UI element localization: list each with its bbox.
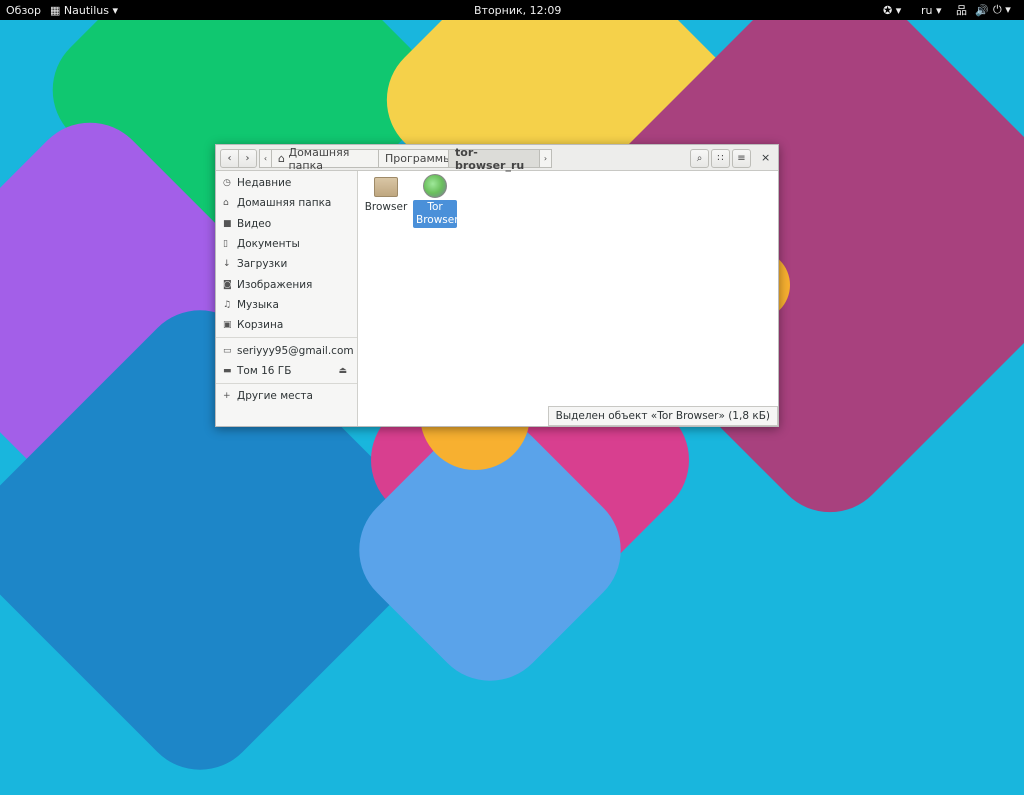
close-button[interactable]: × <box>761 151 770 164</box>
crumb-label: tor-browser_ru <box>455 145 525 172</box>
language-menu[interactable]: ru ▾ <box>921 4 942 17</box>
nautilus-window: ‹ › ‹ ⌂ Домашняя папка Программы tor-bro… <box>215 144 779 427</box>
sidebar-label: Домашняя папка <box>237 197 332 210</box>
activities-button[interactable]: Обзор <box>6 4 41 17</box>
sidebar-item-pictures[interactable]: ◙ Изображения <box>216 274 357 294</box>
sidebar-label: Недавние <box>237 177 292 190</box>
forward-button[interactable]: › <box>238 149 257 168</box>
sidebar-label: Музыка <box>237 298 279 311</box>
search-icon: ⌕ <box>696 153 703 164</box>
sidebar-label: Документы <box>237 238 300 251</box>
network-icon[interactable]: 品 <box>956 2 967 18</box>
folder-icon <box>374 177 398 197</box>
sidebar-item-videos[interactable]: ■ Видео <box>216 214 357 234</box>
sidebar-label: Видео <box>237 217 272 230</box>
app-menu[interactable]: ▦ Nautilus ▾ <box>50 4 118 17</box>
sidebar-label: Том 16 ГБ <box>237 364 292 377</box>
eject-icon[interactable]: ⏏ <box>338 366 347 376</box>
sidebar-item-account[interactable]: ▭ seriyyy95@gmail.com <box>216 340 357 360</box>
power-icon[interactable]: ⏻ ▾ <box>993 3 1011 17</box>
sidebar-item-documents[interactable]: ▯ Документы <box>216 234 357 254</box>
back-button[interactable]: ‹ <box>220 149 239 168</box>
sidebar-label: seriyyy95@gmail.com <box>237 344 354 357</box>
sidebar-item-home[interactable]: ⌂ Домашняя папка <box>216 193 357 213</box>
tor-globe-icon <box>423 174 447 198</box>
top-bar: Обзор ▦ Nautilus ▾ Вторник, 12:09 ✪ ▾ ru… <box>0 0 1024 20</box>
crumb-label: Домашняя папка <box>288 145 350 172</box>
sidebar-item-volume[interactable]: ▬ Том 16 ГБ ⏏ <box>216 361 357 381</box>
file-item-browser-folder[interactable]: Browser <box>363 175 409 213</box>
sidebar-item-other-locations[interactable]: + Другие места <box>216 386 357 406</box>
crumb-programs[interactable]: Программы <box>378 149 452 168</box>
hamburger-icon: ≡ <box>737 153 746 164</box>
plus-icon: + <box>223 391 231 402</box>
language-label: ru <box>921 3 933 17</box>
file-item-tor-browser[interactable]: Tor Browser <box>413 174 459 228</box>
sidebar: ◷ Недавние ⌂ Домашняя папка ■ Видео ▯ Докуме… <box>216 171 358 426</box>
volume-icon[interactable]: 🔊 <box>975 4 989 17</box>
crumb-label: Программы <box>385 152 452 165</box>
sidebar-label: Загрузки <box>237 258 288 271</box>
home-icon: ⌂ <box>278 152 285 165</box>
sidebar-label: Корзина <box>237 319 284 332</box>
menu-button[interactable]: ≡ <box>732 149 751 168</box>
view-toggle-button[interactable]: ∷ <box>711 149 730 168</box>
sidebar-item-music[interactable]: ♫ Музыка <box>216 295 357 315</box>
app-menu-label: Nautilus <box>63 3 109 17</box>
sidebar-item-recent[interactable]: ◷ Недавние <box>216 173 357 193</box>
home-icon: ⌂ <box>223 198 229 209</box>
sidebar-item-downloads[interactable]: ↓ Загрузки <box>216 254 357 274</box>
crumb-scroll-right[interactable]: › <box>539 149 552 168</box>
grid-icon: ∷ <box>717 153 724 164</box>
status-bar: Выделен объект «Tor Browser» (1,8 кБ) <box>547 406 778 426</box>
download-icon: ↓ <box>223 259 231 270</box>
document-icon: ▯ <box>223 239 228 250</box>
file-view: Browser Tor Browser Выделен объект «Tor … <box>359 171 778 426</box>
sidebar-label: Другие места <box>237 390 313 403</box>
video-icon: ■ <box>223 218 232 229</box>
header-bar: ‹ › ‹ ⌂ Домашняя папка Программы tor-bro… <box>216 145 778 172</box>
file-name: Tor Browser <box>413 200 459 228</box>
crumb-current[interactable]: tor-browser_ru <box>448 146 540 172</box>
file-name: Browser <box>364 201 408 213</box>
sidebar-item-trash[interactable]: ▣ Корзина <box>216 315 357 335</box>
clock-icon: ◷ <box>223 178 231 189</box>
drive-icon: ▬ <box>223 365 232 376</box>
search-button[interactable]: ⌕ <box>690 149 709 168</box>
accessibility-icon[interactable]: ✪ ▾ <box>883 4 901 17</box>
trash-icon: ▣ <box>223 320 232 331</box>
crumb-home[interactable]: ⌂ Домашняя папка <box>271 146 379 172</box>
account-icon: ▭ <box>223 345 232 356</box>
music-icon: ♫ <box>223 299 232 310</box>
clock[interactable]: Вторник, 12:09 <box>474 4 561 17</box>
sidebar-label: Изображения <box>237 278 313 291</box>
camera-icon: ◙ <box>223 279 232 290</box>
